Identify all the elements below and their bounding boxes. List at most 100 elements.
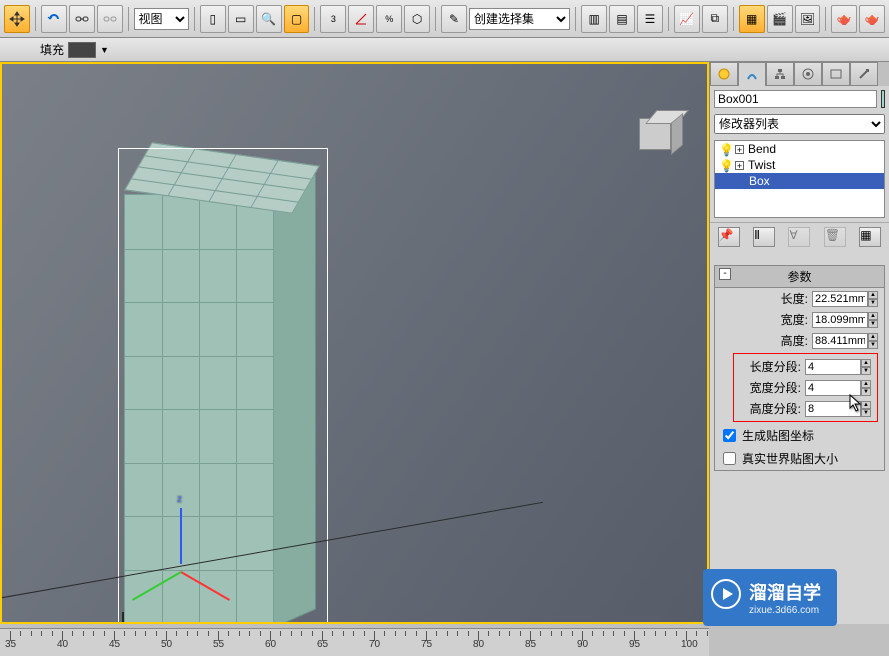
command-panel: 修改器列表 💡 + Bend 💡 + Twist Box 📌 Ⅱ ∀ 🗑 ▦ <box>709 62 889 624</box>
main-toolbar: 视图 ▯ ▭ 🔍 ▢ 3 % ⬡ ✎ 创建选择集 ▥ ▤ ☰ 📈 ⧉ ▦ 🎬 🖼… <box>0 0 889 38</box>
unlink-icon[interactable] <box>97 5 123 33</box>
quick-render-icon[interactable]: 🫖 <box>859 5 885 33</box>
spin-up-icon[interactable]: ▲ <box>868 333 878 341</box>
stack-item-twist[interactable]: 💡 + Twist <box>715 157 884 173</box>
show-end-result-icon[interactable]: Ⅱ <box>753 227 775 247</box>
timeline-tick: 50 <box>161 639 172 650</box>
timeline[interactable]: 35404550556065707580859095100 <box>0 628 709 656</box>
collapse-icon[interactable]: - <box>719 268 731 280</box>
configure-sets-icon[interactable]: ▦ <box>859 227 881 247</box>
secondary-toolbar: 填充 ▼ <box>0 38 889 62</box>
timeline-tick: 55 <box>213 639 224 650</box>
object-color-swatch[interactable] <box>881 90 885 108</box>
spin-down-icon[interactable]: ▼ <box>861 388 871 396</box>
remove-modifier-icon[interactable]: 🗑 <box>824 227 846 247</box>
create-tab-icon[interactable] <box>710 62 738 86</box>
segments-group: 长度分段: ▲▼ 宽度分段: ▲▼ 高度分段: ▲▼ <box>733 353 878 422</box>
spin-up-icon[interactable]: ▲ <box>861 359 871 367</box>
gen-mapping-label: 生成贴图坐标 <box>742 427 814 444</box>
spinner-snap-icon[interactable]: ⬡ <box>404 5 430 33</box>
move-tool-icon[interactable] <box>4 5 30 33</box>
schematic-icon[interactable]: ⧉ <box>702 5 728 33</box>
undo-icon[interactable] <box>41 5 67 33</box>
selection-set-dropdown[interactable]: 创建选择集 <box>469 8 570 30</box>
display-tab-icon[interactable] <box>822 62 850 86</box>
fill-label: 填充 <box>40 41 64 58</box>
watermark-badge: 溜溜自学 zixue.3d66.com <box>703 569 837 626</box>
timeline-tick: 80 <box>473 639 484 650</box>
params-header[interactable]: - 参数 <box>715 266 884 288</box>
align-icon[interactable]: ▤ <box>609 5 635 33</box>
height-segs-input[interactable] <box>805 401 861 417</box>
real-world-label: 真实世界贴图大小 <box>742 450 838 467</box>
render-icon[interactable]: 🫖 <box>831 5 857 33</box>
spin-down-icon[interactable]: ▼ <box>868 320 878 328</box>
box-object[interactable] <box>122 154 322 624</box>
width-input[interactable] <box>812 312 868 328</box>
viewport[interactable]: z <box>0 62 709 624</box>
play-icon <box>711 579 741 609</box>
stack-item-box[interactable]: Box <box>715 173 884 189</box>
spin-up-icon[interactable]: ▲ <box>868 312 878 320</box>
expand-icon[interactable]: + <box>735 145 744 154</box>
width-segs-input[interactable] <box>805 380 861 396</box>
gen-mapping-checkbox[interactable] <box>723 429 736 442</box>
render-frame-icon[interactable]: 🖼 <box>795 5 821 33</box>
motion-tab-icon[interactable] <box>794 62 822 86</box>
snap-3-icon[interactable]: 3 <box>320 5 346 33</box>
material-editor-icon[interactable]: ▦ <box>739 5 765 33</box>
width-label: 宽度: <box>781 311 808 328</box>
timeline-tick: 90 <box>577 639 588 650</box>
spin-up-icon[interactable]: ▲ <box>861 401 871 409</box>
layers-icon[interactable]: ☰ <box>637 5 663 33</box>
object-name-input[interactable] <box>714 90 877 108</box>
fill-color-swatch[interactable] <box>68 42 96 58</box>
spin-down-icon[interactable]: ▼ <box>861 367 871 375</box>
modifier-list-dropdown[interactable]: 修改器列表 <box>714 114 885 134</box>
expand-icon[interactable]: + <box>735 161 744 170</box>
height-input[interactable] <box>812 333 868 349</box>
bulb-icon: 💡 <box>719 159 731 171</box>
fill-dropdown-icon[interactable]: ▼ <box>100 45 109 55</box>
parameters-rollout: - 参数 长度: ▲▼ 宽度: ▲▼ 高度: ▲▼ 长度分段: ▲▼ <box>714 265 885 471</box>
height-label: 高度: <box>781 332 808 349</box>
timeline-tick: 100 <box>681 639 698 650</box>
percent-snap-icon[interactable]: % <box>376 5 402 33</box>
stack-item-bend[interactable]: 💡 + Bend <box>715 141 884 157</box>
angle-snap-icon[interactable] <box>348 5 374 33</box>
mirror-icon[interactable]: ▥ <box>581 5 607 33</box>
length-segs-input[interactable] <box>805 359 861 375</box>
hierarchy-tab-icon[interactable] <box>766 62 794 86</box>
bulb-icon: 💡 <box>719 143 731 155</box>
select-name-icon[interactable]: 🔍 <box>256 5 282 33</box>
pin-stack-icon[interactable]: 📌 <box>718 227 740 247</box>
named-sel-icon[interactable]: ✎ <box>441 5 467 33</box>
spin-down-icon[interactable]: ▼ <box>868 299 878 307</box>
hseg-label: 高度分段: <box>750 400 801 417</box>
length-label: 长度: <box>781 290 808 307</box>
curve-editor-icon[interactable]: 📈 <box>674 5 700 33</box>
select-region-icon[interactable]: ▭ <box>228 5 254 33</box>
make-unique-icon[interactable]: ∀ <box>788 227 810 247</box>
view-cube[interactable] <box>631 104 687 160</box>
modifier-stack[interactable]: 💡 + Bend 💡 + Twist Box <box>714 140 885 218</box>
stack-tools: 📌 Ⅱ ∀ 🗑 ▦ <box>710 222 889 251</box>
real-world-checkbox[interactable] <box>723 452 736 465</box>
timeline-tick: 70 <box>369 639 380 650</box>
timeline-tick: 60 <box>265 639 276 650</box>
spin-up-icon[interactable]: ▲ <box>868 291 878 299</box>
spin-down-icon[interactable]: ▼ <box>868 341 878 349</box>
select-object-icon[interactable]: ▢ <box>284 5 310 33</box>
modify-tab-icon[interactable] <box>738 62 766 86</box>
spin-up-icon[interactable]: ▲ <box>861 380 871 388</box>
length-input[interactable] <box>812 291 868 307</box>
timeline-tick: 75 <box>421 639 432 650</box>
render-setup-icon[interactable]: 🎬 <box>767 5 793 33</box>
timeline-tick: 95 <box>629 639 640 650</box>
link-icon[interactable] <box>69 5 95 33</box>
spin-down-icon[interactable]: ▼ <box>861 409 871 417</box>
utilities-tab-icon[interactable] <box>850 62 878 86</box>
timeline-tick: 65 <box>317 639 328 650</box>
view-dropdown[interactable]: 视图 <box>134 8 189 30</box>
select-icon[interactable]: ▯ <box>200 5 226 33</box>
